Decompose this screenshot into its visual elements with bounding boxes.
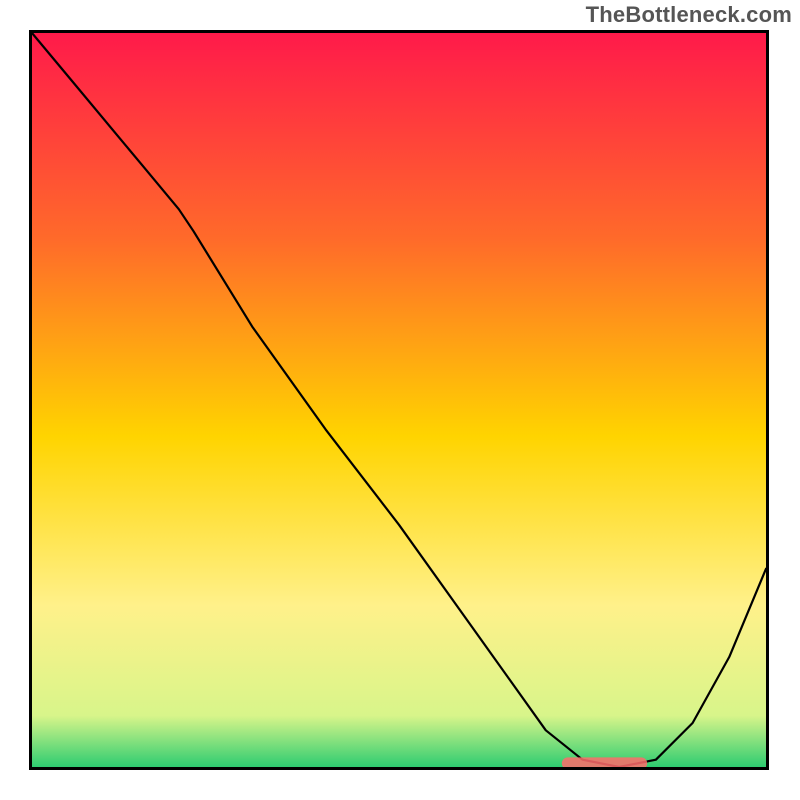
- chart-container: TheBottleneck.com: [0, 0, 800, 800]
- watermark-text: TheBottleneck.com: [586, 2, 792, 28]
- bottleneck-chart: [32, 33, 766, 767]
- chart-background-gradient: [32, 33, 766, 767]
